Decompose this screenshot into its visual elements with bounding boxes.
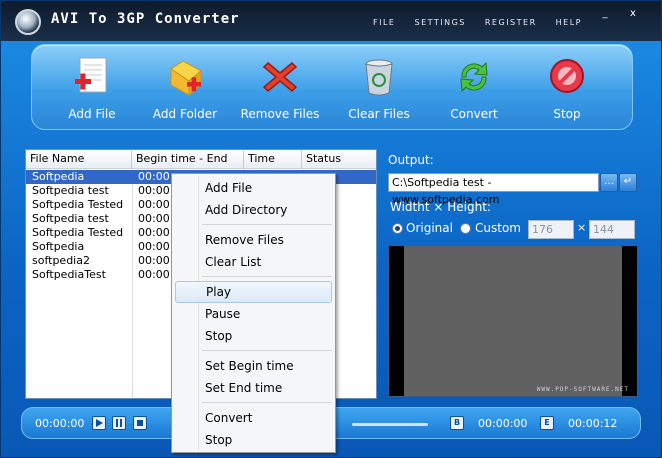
file-name-cell: Softpedia Tested bbox=[32, 198, 124, 211]
file-name-cell: Softpedia bbox=[32, 240, 85, 253]
menu-item-clear-list[interactable]: Clear List bbox=[175, 251, 332, 273]
file-name-cell: Softpedia bbox=[32, 170, 85, 183]
time-range-cell: 00:00:0 bbox=[138, 198, 174, 211]
menu-help[interactable]: HELP bbox=[556, 18, 582, 27]
browse-output-button[interactable]: ... bbox=[600, 173, 618, 192]
add-folder-label: Add Folder bbox=[152, 107, 218, 121]
remove-files-button[interactable]: Remove Files bbox=[232, 51, 328, 127]
convert-arrows-icon bbox=[460, 61, 488, 93]
menu-separator bbox=[202, 276, 332, 277]
convert-label: Convert bbox=[450, 107, 498, 121]
original-size-label: Original bbox=[406, 221, 453, 235]
app-title: AVI To 3GP Converter bbox=[51, 11, 240, 27]
convert-button[interactable]: Convert bbox=[426, 51, 522, 127]
menu-settings[interactable]: SETTINGS bbox=[414, 18, 465, 27]
menu-item-add-directory[interactable]: Add Directory bbox=[175, 199, 332, 221]
stop-sign-icon bbox=[550, 59, 584, 93]
menu-separator bbox=[202, 350, 332, 351]
end-time: 00:00:12 bbox=[568, 417, 618, 430]
current-time: 00:00:00 bbox=[35, 417, 85, 430]
original-size-radio[interactable] bbox=[392, 223, 403, 234]
width-input[interactable]: 176 bbox=[528, 220, 574, 239]
stop-icon bbox=[137, 420, 143, 426]
time-range-cell: 00:00:0 bbox=[138, 170, 174, 183]
column-time[interactable]: Time bbox=[244, 150, 302, 169]
set-end-button[interactable]: E bbox=[540, 416, 554, 430]
begin-time: 00:00:00 bbox=[478, 417, 528, 430]
toolbar: Add File Add Folder Remove Files Clear F… bbox=[31, 44, 633, 130]
height-input[interactable]: 144 bbox=[589, 220, 635, 239]
main-menu: FILE SETTINGS REGISTER HELP bbox=[373, 18, 582, 27]
menu-item-stop-convert[interactable]: Stop bbox=[175, 429, 332, 451]
file-name-cell: SoftpediaTest bbox=[32, 268, 106, 281]
menu-item-play[interactable]: Play bbox=[175, 281, 332, 303]
column-begin-end-time[interactable]: Begin time - End time bbox=[132, 150, 244, 183]
add-file-label: Add File bbox=[68, 107, 116, 121]
minimize-button[interactable]: _ bbox=[599, 9, 611, 20]
output-settings-panel: Output: C:\Softpedia test - www.softpedi… bbox=[384, 149, 642, 399]
file-name-cell: Softpedia test bbox=[32, 184, 109, 197]
menu-item-set-begin-time[interactable]: Set Begin time bbox=[175, 355, 332, 377]
clear-files-label: Clear Files bbox=[348, 107, 410, 121]
custom-size-radio[interactable] bbox=[460, 223, 471, 234]
app-window: AVI To 3GP Converter FILE SETTINGS REGIS… bbox=[0, 0, 662, 458]
time-range-cell: 00:00:0 bbox=[138, 240, 174, 253]
output-label: Output: bbox=[388, 153, 434, 167]
context-menu: Add File Add Directory Remove Files Clea… bbox=[171, 173, 336, 453]
stop-label: Stop bbox=[553, 107, 581, 121]
menu-item-pause[interactable]: Pause bbox=[175, 303, 332, 325]
add-folder-button[interactable]: Add Folder bbox=[137, 51, 233, 127]
add-file-button[interactable]: Add File bbox=[44, 51, 140, 127]
menu-item-add-file[interactable]: Add File bbox=[175, 177, 332, 199]
time-range-cell: 00:00:0 bbox=[138, 268, 174, 281]
stop-button[interactable]: Stop bbox=[519, 51, 615, 127]
video-preview: WWW.POP-SOFTWARE.NET bbox=[388, 245, 638, 397]
app-logo-icon bbox=[15, 9, 41, 35]
menu-separator bbox=[202, 224, 332, 225]
column-file-name[interactable]: File Name bbox=[26, 150, 132, 169]
menu-item-stop[interactable]: Stop bbox=[175, 325, 332, 347]
column-status[interactable]: Status bbox=[302, 150, 376, 169]
close-button[interactable]: x bbox=[627, 9, 639, 20]
preview-screen bbox=[404, 246, 622, 396]
play-button[interactable] bbox=[92, 416, 106, 430]
stop-playback-button[interactable] bbox=[133, 416, 147, 430]
recycle-bin-icon bbox=[365, 59, 393, 96]
file-name-cell: Softpedia Tested bbox=[32, 226, 124, 239]
add-folder-icon bbox=[170, 60, 202, 97]
set-begin-button[interactable]: B bbox=[450, 416, 464, 430]
size-label: Widtht × Height: bbox=[390, 200, 491, 214]
pause-button[interactable] bbox=[112, 416, 126, 430]
menu-item-remove-files[interactable]: Remove Files bbox=[175, 229, 332, 251]
file-list-header: File Name Begin time - End time Time Sta… bbox=[26, 150, 376, 183]
time-range-cell: 00:00:0 bbox=[138, 226, 174, 239]
title-bar: AVI To 3GP Converter FILE SETTINGS REGIS… bbox=[1, 1, 661, 41]
play-icon bbox=[96, 419, 103, 427]
output-path-field[interactable]: C:\Softpedia test - www.softpedia.com bbox=[388, 173, 599, 206]
pause-icon bbox=[116, 419, 122, 427]
time-range-cell: 00:00:0 bbox=[138, 254, 174, 267]
file-name-cell: softpedia2 bbox=[32, 254, 90, 267]
add-file-icon bbox=[75, 57, 107, 93]
times-sign: × bbox=[577, 221, 587, 234]
preview-watermark: WWW.POP-SOFTWARE.NET bbox=[536, 386, 629, 393]
open-output-button[interactable]: ↵ bbox=[619, 173, 637, 192]
seek-slider[interactable] bbox=[352, 423, 428, 426]
menu-item-convert[interactable]: Convert bbox=[175, 407, 332, 429]
remove-x-icon bbox=[262, 61, 298, 93]
remove-files-label: Remove Files bbox=[240, 107, 320, 121]
file-name-cell: Softpedia test bbox=[32, 212, 109, 225]
custom-size-label: Custom bbox=[475, 221, 521, 235]
time-range-cell: 00:00:0 bbox=[138, 212, 174, 225]
clear-files-button[interactable]: Clear Files bbox=[331, 51, 427, 127]
menu-item-set-end-time[interactable]: Set End time bbox=[175, 377, 332, 399]
menu-separator bbox=[202, 402, 332, 403]
time-range-cell: 00:00:0 bbox=[138, 184, 174, 197]
menu-register[interactable]: REGISTER bbox=[485, 18, 537, 27]
menu-file[interactable]: FILE bbox=[373, 18, 395, 27]
